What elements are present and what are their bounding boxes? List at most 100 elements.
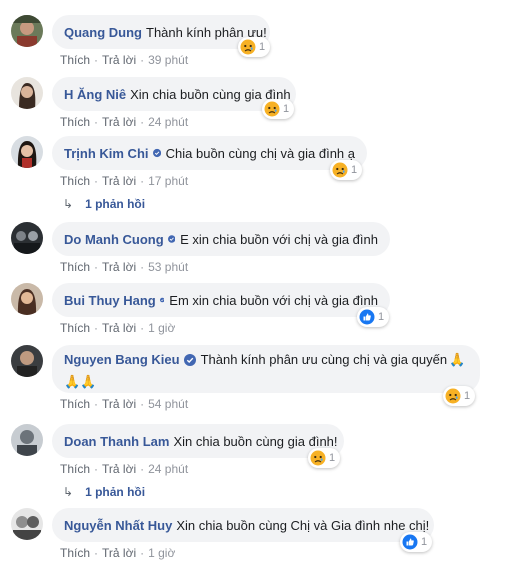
timestamp[interactable]: 24 phút: [148, 115, 188, 129]
like-link[interactable]: Thích: [60, 115, 90, 129]
reaction-badge[interactable]: 1: [238, 37, 271, 57]
timestamp[interactable]: 17 phút: [148, 174, 188, 188]
timestamp[interactable]: 24 phút: [148, 462, 188, 476]
comment-bubble: Do Manh Cuong E xin chia buồn với chị và…: [52, 222, 390, 256]
verified-badge-icon: [159, 297, 165, 303]
comment-bubble: Doan Thanh Lam Xin chia buồn cùng gia đì…: [52, 424, 344, 458]
reply-link[interactable]: Trả lời: [102, 174, 136, 188]
comment-actions: Thích · Trả lời · 1 giờ: [60, 546, 176, 560]
timestamp[interactable]: 39 phút: [148, 53, 188, 67]
avatar[interactable]: [11, 77, 43, 109]
reaction-badge[interactable]: 1: [262, 99, 295, 119]
comment: Bui Thuy Hang Em xin chia buồn với chị v…: [0, 283, 515, 343]
like-link[interactable]: Thích: [60, 462, 90, 476]
reply-arrow-icon: ↳: [63, 197, 74, 211]
comment: Quang Dung Thành kính phân ưu! Thích · Trả…: [0, 15, 515, 75]
reaction-count: 1: [378, 311, 385, 323]
timestamp[interactable]: 54 phút: [148, 397, 188, 411]
verified-badge-icon: [183, 354, 196, 366]
commenter-name[interactable]: Doan Thanh Lam: [64, 434, 169, 449]
like-link[interactable]: Thích: [60, 260, 90, 274]
reaction-count: 1: [421, 536, 428, 548]
comment-bubble: H Ăng Niê Xin chia buồn cùng gia đình: [52, 77, 296, 111]
view-replies-link[interactable]: ↳ 1 phản hồi: [63, 195, 145, 213]
comment: Trịnh Kim Chi Chia buồn cùng chị và gia …: [0, 136, 515, 196]
avatar[interactable]: [11, 15, 43, 47]
reaction-count: 1: [283, 103, 290, 115]
like-link[interactable]: Thích: [60, 397, 90, 411]
commenter-name[interactable]: Quang Dung: [64, 25, 142, 40]
timestamp[interactable]: 1 giờ: [148, 321, 175, 335]
commenter-name[interactable]: Trịnh Kim Chi: [64, 146, 149, 161]
comment-actions: Thích · Trả lời · 24 phút: [60, 462, 189, 476]
comment: Nguyen Bang Kieu Thành kính phân ưu cùng…: [0, 345, 515, 411]
sad-emoji-icon: [310, 450, 326, 466]
comment-bubble: Nguyễn Nhất Huy Xin chia buồn cùng Chị v…: [52, 508, 434, 542]
reaction-badge[interactable]: 1: [308, 448, 341, 468]
comment-text: Thành kính phân ưu cùng chị và gia quyến: [200, 352, 448, 367]
like-thumb-icon: [402, 534, 418, 550]
avatar[interactable]: [11, 222, 43, 254]
reaction-badge[interactable]: 1: [357, 307, 390, 327]
comment-bubble: Trịnh Kim Chi Chia buồn cùng chị và gia …: [52, 136, 367, 170]
comment: Do Manh Cuong E xin chia buồn với chị và…: [0, 222, 515, 282]
like-link[interactable]: Thích: [60, 53, 90, 67]
sad-emoji-icon: [445, 388, 461, 404]
comment-text: Xin chia buồn cùng gia đình!: [173, 433, 338, 449]
reaction-badge[interactable]: 1: [330, 160, 363, 180]
comment-text: Xin chia buồn cùng Chị và Gia đình nhe c…: [176, 517, 430, 533]
avatar[interactable]: [11, 283, 43, 315]
timestamp[interactable]: 1 giờ: [148, 546, 175, 560]
reply-link[interactable]: Trả lời: [102, 397, 136, 411]
like-link[interactable]: Thích: [60, 546, 90, 560]
comment-bubble: Nguyen Bang Kieu Thành kính phân ưu cùng…: [52, 345, 480, 393]
sad-emoji-icon: [264, 101, 280, 117]
avatar[interactable]: [11, 424, 43, 456]
reply-arrow-icon: ↳: [63, 485, 74, 499]
reaction-badge[interactable]: 1: [400, 532, 433, 552]
like-thumb-icon: [359, 309, 375, 325]
avatar[interactable]: [11, 508, 43, 540]
avatar[interactable]: [11, 136, 43, 168]
praying-hands-emoji: 🙏🙏: [64, 374, 97, 389]
like-link[interactable]: Thích: [60, 321, 90, 335]
reply-link[interactable]: Trả lời: [102, 321, 136, 335]
praying-hands-emoji: 🙏: [449, 352, 466, 367]
commenter-name[interactable]: Bui Thuy Hang: [64, 293, 156, 308]
reply-link[interactable]: Trả lời: [102, 462, 136, 476]
commenter-name[interactable]: H Ăng Niê: [64, 87, 126, 102]
verified-badge-icon: [167, 235, 176, 243]
comment-actions: Thích · Trả lời · 1 giờ: [60, 321, 176, 335]
comment-actions: Thích · Trả lời · 39 phút: [60, 53, 189, 67]
reply-link[interactable]: Trả lời: [102, 115, 136, 129]
reply-link[interactable]: Trả lời: [102, 260, 136, 274]
reaction-count: 1: [351, 164, 358, 176]
verified-badge-icon: [152, 148, 161, 158]
like-link[interactable]: Thích: [60, 174, 90, 188]
reply-link[interactable]: Trả lời: [102, 546, 136, 560]
comment-text: Em xin chia buồn với chị và gia đình: [169, 292, 378, 308]
comment-actions: Thích · Trả lời · 24 phút: [60, 115, 189, 129]
comment-actions: Thích · Trả lời · 54 phút: [60, 397, 189, 411]
comment: Nguyễn Nhất Huy Xin chia buồn cùng Chị v…: [0, 508, 515, 568]
comment-bubble: Bui Thuy Hang Em xin chia buồn với chị v…: [52, 283, 390, 317]
reaction-count: 1: [259, 41, 266, 53]
sad-emoji-icon: [332, 162, 348, 178]
view-replies-link[interactable]: ↳ 1 phản hồi: [63, 483, 145, 501]
timestamp[interactable]: 53 phút: [148, 260, 188, 274]
commenter-name[interactable]: Nguyen Bang Kieu: [64, 351, 180, 369]
comment-text: Chia buồn cùng chị và gia đình ạ: [165, 145, 355, 161]
replies-count[interactable]: 1 phản hồi: [85, 197, 145, 211]
comment-actions: Thích · Trả lời · 17 phút: [60, 174, 189, 188]
commenter-name[interactable]: Do Manh Cuong: [64, 232, 164, 247]
replies-count[interactable]: 1 phản hồi: [85, 485, 145, 499]
commenter-name[interactable]: Nguyễn Nhất Huy: [64, 518, 172, 533]
comment-text: E xin chia buồn với chị và gia đình: [180, 231, 378, 247]
reply-link[interactable]: Trả lời: [102, 53, 136, 67]
reaction-count: 1: [464, 390, 471, 402]
comment: Doan Thanh Lam Xin chia buồn cùng gia đì…: [0, 424, 515, 484]
reaction-badge[interactable]: 1: [443, 386, 476, 406]
comment-actions: Thích · Trả lời · 53 phút: [60, 260, 189, 274]
avatar[interactable]: [11, 345, 43, 377]
comment: H Ăng Niê Xin chia buồn cùng gia đình Th…: [0, 77, 515, 137]
